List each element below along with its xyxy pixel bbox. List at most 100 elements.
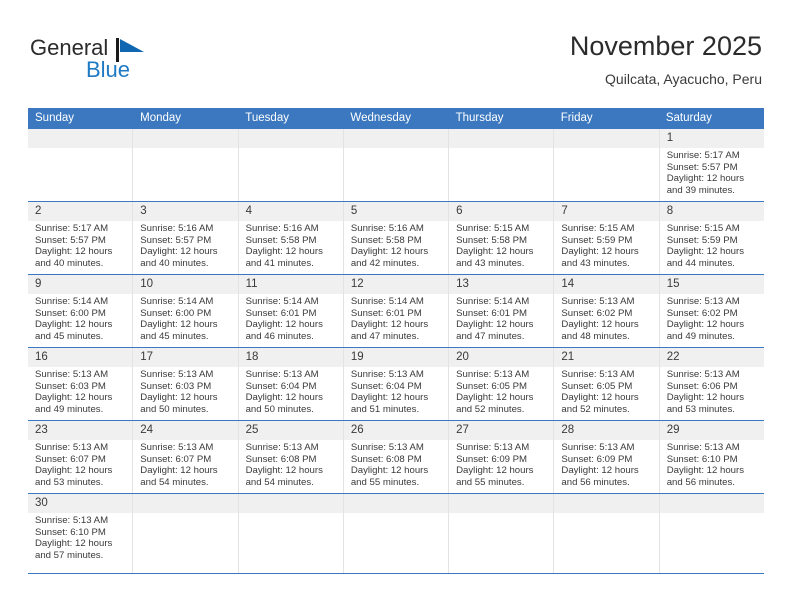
calendar-day-cell[interactable]: 11 Sunrise: 5:14 AM Sunset: 6:01 PM Dayligh…: [238, 275, 344, 347]
day-detail-line: Sunrise: 5:13 AM: [456, 442, 530, 453]
calendar-day-cell[interactable]: 22 Sunrise: 5:13 AM Sunset: 6:06 PM Dayligh…: [659, 348, 764, 420]
day-detail-line: Daylight: 12 hours: [140, 246, 218, 258]
day-detail-line: and 46 minutes.: [245, 330, 314, 342]
day-number-bar: 23: [28, 421, 133, 440]
calendar-day-cell[interactable]: 14 Sunrise: 5:13 AM Sunset: 6:02 PM Dayligh…: [554, 275, 660, 347]
calendar-day-cell[interactable]: 20 Sunrise: 5:13 AM Sunset: 6:05 PM Dayligh…: [449, 348, 555, 420]
day-detail-line: and 41 minutes.: [245, 257, 314, 269]
calendar-day-cell[interactable]: 30 Sunrise: 5:13 AM Sunset: 6:10 PM Dayligh…: [28, 494, 134, 573]
day-number: 6: [456, 205, 463, 217]
day-details: [344, 513, 448, 515]
day-details: Sunrise: 5:17 AM Sunset: 5:57 PM Daylight:…: [660, 148, 764, 196]
day-detail-line: Daylight: 12 hours: [35, 246, 113, 258]
day-detail-line: Sunrise: 5:14 AM: [350, 296, 424, 307]
calendar-day-cell[interactable]: 12 Sunrise: 5:14 AM Sunset: 6:01 PM Dayligh…: [343, 275, 450, 347]
day-details: Sunrise: 5:14 AM Sunset: 6:00 PM Daylight:…: [133, 294, 237, 342]
day-detail-line: Sunset: 6:05 PM: [456, 380, 528, 392]
day-number-bar: 6: [449, 202, 554, 221]
day-detail-line: Sunset: 6:04 PM: [245, 380, 317, 392]
day-number-bar: [238, 129, 343, 148]
calendar-day-cell-empty: [449, 494, 555, 573]
calendar-day-cell[interactable]: 10 Sunrise: 5:14 AM Sunset: 6:00 PM Dayligh…: [133, 275, 239, 347]
day-number-bar: [28, 129, 133, 148]
calendar-day-cell[interactable]: 25 Sunrise: 5:13 AM Sunset: 6:08 PM Dayligh…: [238, 421, 344, 493]
day-detail-line: Daylight: 12 hours: [456, 392, 534, 404]
day-details: [449, 148, 553, 150]
page-header: General Blue November 2025 Quilcata, Aya…: [0, 0, 792, 108]
day-details: Sunrise: 5:13 AM Sunset: 6:06 PM Daylight:…: [660, 367, 764, 415]
calendar-day-cell[interactable]: 26 Sunrise: 5:13 AM Sunset: 6:08 PM Dayligh…: [343, 421, 450, 493]
calendar-day-cell[interactable]: 27 Sunrise: 5:13 AM Sunset: 6:09 PM Dayligh…: [449, 421, 555, 493]
day-number: 28: [561, 424, 575, 436]
day-number-bar: 5: [343, 202, 449, 221]
day-detail-line: Sunrise: 5:13 AM: [666, 296, 740, 307]
day-number-bar: [449, 129, 554, 148]
calendar-day-cell[interactable]: 29 Sunrise: 5:13 AM Sunset: 6:10 PM Dayligh…: [659, 421, 764, 493]
day-detail-line: Daylight: 12 hours: [245, 319, 323, 331]
calendar-week-row: 16 Sunrise: 5:13 AM Sunset: 6:03 PM Dayligh…: [28, 348, 764, 421]
calendar-week-row: 23 Sunrise: 5:13 AM Sunset: 6:07 PM Dayligh…: [28, 421, 764, 494]
day-detail-line: Daylight: 12 hours: [456, 465, 534, 477]
day-detail-line: Sunset: 6:10 PM: [35, 526, 106, 538]
day-detail-line: and 56 minutes.: [561, 476, 630, 488]
day-number-bar: 21: [554, 348, 659, 367]
calendar-day-cell-empty: [238, 494, 344, 573]
calendar-day-cell[interactable]: 6 Sunrise: 5:15 AM Sunset: 5:58 PM Daylight…: [449, 202, 555, 274]
calendar-day-cell[interactable]: 5 Sunrise: 5:16 AM Sunset: 5:58 PM Daylight…: [343, 202, 450, 274]
day-details: Sunrise: 5:13 AM Sunset: 6:07 PM Daylight:…: [28, 440, 132, 488]
day-details: [660, 513, 764, 515]
day-number-bar: 13: [449, 275, 554, 294]
day-detail-line: and 55 minutes.: [350, 476, 420, 488]
day-number-bar: 12: [343, 275, 449, 294]
calendar-day-cell[interactable]: 21 Sunrise: 5:13 AM Sunset: 6:05 PM Dayligh…: [554, 348, 660, 420]
day-number-bar: [133, 129, 238, 148]
calendar-day-cell[interactable]: 2 Sunrise: 5:17 AM Sunset: 5:57 PM Daylight…: [28, 202, 134, 274]
day-detail-line: Daylight: 12 hours: [140, 392, 218, 404]
calendar-day-cell[interactable]: 16 Sunrise: 5:13 AM Sunset: 6:03 PM Dayligh…: [28, 348, 134, 420]
day-detail-line: Sunrise: 5:14 AM: [245, 296, 319, 307]
day-detail-line: Daylight: 12 hours: [666, 392, 745, 404]
day-details: [28, 148, 132, 150]
day-detail-line: Daylight: 12 hours: [561, 246, 639, 258]
calendar-day-cell[interactable]: 23 Sunrise: 5:13 AM Sunset: 6:07 PM Dayligh…: [28, 421, 134, 493]
calendar-day-cell[interactable]: 1 Sunrise: 5:17 AM Sunset: 5:57 PM Daylight…: [659, 129, 764, 201]
day-number-bar: [659, 494, 764, 513]
day-detail-line: Sunset: 6:01 PM: [245, 307, 317, 319]
calendar-day-cell[interactable]: 13 Sunrise: 5:14 AM Sunset: 6:01 PM Dayligh…: [449, 275, 555, 347]
calendar-day-cell[interactable]: 18 Sunrise: 5:13 AM Sunset: 6:04 PM Dayligh…: [238, 348, 344, 420]
day-number-bar: 2: [28, 202, 133, 221]
day-number-bar: 14: [554, 275, 659, 294]
calendar-day-cell[interactable]: 9 Sunrise: 5:14 AM Sunset: 6:00 PM Daylight…: [28, 275, 134, 347]
calendar-day-cell[interactable]: 7 Sunrise: 5:15 AM Sunset: 5:59 PM Daylight…: [554, 202, 660, 274]
day-details: Sunrise: 5:13 AM Sunset: 6:09 PM Daylight:…: [449, 440, 553, 488]
calendar-day-cell[interactable]: 17 Sunrise: 5:13 AM Sunset: 6:03 PM Dayligh…: [133, 348, 239, 420]
calendar-day-cell[interactable]: 3 Sunrise: 5:16 AM Sunset: 5:57 PM Daylight…: [133, 202, 239, 274]
day-detail-line: Daylight: 12 hours: [245, 392, 323, 404]
calendar-day-cell[interactable]: 24 Sunrise: 5:13 AM Sunset: 6:07 PM Dayligh…: [133, 421, 239, 493]
day-number: 3: [140, 205, 147, 217]
day-number: 17: [140, 351, 154, 363]
day-number: 29: [666, 424, 680, 436]
day-detail-line: Sunset: 6:03 PM: [140, 380, 212, 392]
day-detail-line: Daylight: 12 hours: [35, 465, 113, 477]
day-number: 21: [561, 351, 575, 363]
day-detail-line: Sunrise: 5:17 AM: [35, 223, 109, 234]
day-number-bar: 10: [133, 275, 238, 294]
calendar-day-cell[interactable]: 28 Sunrise: 5:13 AM Sunset: 6:09 PM Dayligh…: [554, 421, 660, 493]
day-detail-line: and 50 minutes.: [140, 403, 209, 415]
day-details: [344, 148, 448, 150]
day-number-bar: 25: [238, 421, 343, 440]
day-detail-line: Sunset: 6:05 PM: [561, 380, 633, 392]
calendar-day-cell[interactable]: 8 Sunrise: 5:15 AM Sunset: 5:59 PM Daylight…: [659, 202, 764, 274]
calendar-day-cell-empty: [554, 494, 660, 573]
calendar-day-cell[interactable]: 19 Sunrise: 5:13 AM Sunset: 6:04 PM Dayligh…: [343, 348, 450, 420]
day-detail-line: Sunrise: 5:14 AM: [140, 296, 214, 307]
day-detail-line: Sunset: 6:07 PM: [140, 453, 212, 465]
calendar-day-cell[interactable]: 4 Sunrise: 5:16 AM Sunset: 5:58 PM Daylight…: [238, 202, 344, 274]
calendar-week-row: 9 Sunrise: 5:14 AM Sunset: 6:00 PM Daylight…: [28, 275, 764, 348]
calendar-day-cell[interactable]: 15 Sunrise: 5:13 AM Sunset: 6:02 PM Dayligh…: [659, 275, 764, 347]
day-detail-line: Sunrise: 5:13 AM: [666, 369, 740, 380]
brand-logo[interactable]: General Blue: [30, 36, 270, 96]
day-detail-line: Daylight: 12 hours: [140, 465, 218, 477]
day-number-bar: 1: [659, 129, 764, 148]
